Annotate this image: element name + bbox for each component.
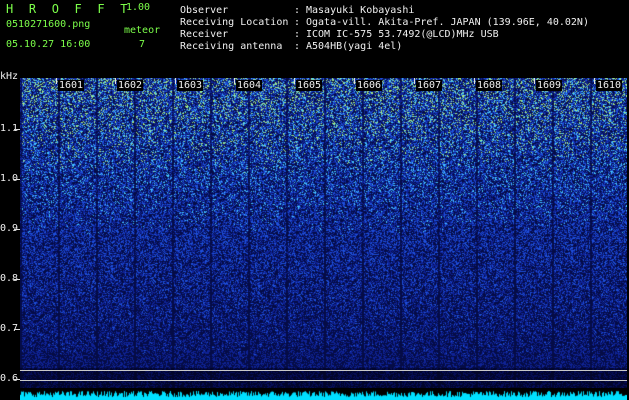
date-time: 05.10.27 16:00 <box>6 39 91 50</box>
reference-line-lower <box>20 380 627 381</box>
x-tick-mark <box>294 78 295 84</box>
x-tick-label: 1608 <box>476 80 503 91</box>
spectrogram-canvas <box>20 78 627 388</box>
y-tick-mark <box>14 179 20 180</box>
x-tick-label: 1605 <box>296 80 323 91</box>
file-name: 0510271600.png <box>6 19 91 30</box>
info-key: Receiving Location <box>180 17 289 28</box>
info-value: ICOM IC-575 53.7492(@LCD)MHz USB <box>306 29 499 40</box>
x-tick-label: 1603 <box>177 80 204 91</box>
x-tick-mark <box>175 78 176 84</box>
x-tick-mark <box>56 78 57 84</box>
x-tick-label: 1609 <box>536 80 563 91</box>
info-key: Receiver <box>180 29 229 40</box>
x-tick-mark <box>115 78 116 84</box>
meteor-label: meteor <box>124 25 161 36</box>
signal-strip <box>20 388 627 400</box>
info-separator: : <box>294 5 301 16</box>
info-key: Observer <box>180 5 229 16</box>
y-tick-mark <box>14 229 20 230</box>
x-tick-mark <box>594 78 595 84</box>
x-tick-mark <box>414 78 415 84</box>
x-tick-mark <box>474 78 475 84</box>
y-tick-mark <box>14 379 20 380</box>
app-title: H R O F F T <box>6 2 132 16</box>
x-tick-label: 1602 <box>117 80 144 91</box>
meteor-count: 7 <box>139 39 146 50</box>
reference-line-upper <box>20 370 627 371</box>
x-tick-label: 1610 <box>596 80 623 91</box>
app-version: 1.00 <box>126 2 151 13</box>
info-key: Receiving antenna <box>180 41 283 52</box>
info-value: Ogata-vill. Akita-Pref. JAPAN (139.96E, … <box>306 17 589 28</box>
info-value: Masayuki Kobayashi <box>306 5 415 16</box>
x-tick-mark <box>354 78 355 84</box>
y-tick-mark <box>14 329 20 330</box>
info-separator: : <box>294 29 301 40</box>
x-tick-mark <box>234 78 235 84</box>
y-tick-mark <box>14 279 20 280</box>
x-tick-label: 1604 <box>236 80 263 91</box>
info-value: A504HB(yagi 4el) <box>306 41 403 52</box>
x-tick-label: 1606 <box>356 80 383 91</box>
y-tick-mark <box>14 129 20 130</box>
info-separator: : <box>294 17 301 28</box>
x-tick-label: 1601 <box>58 80 85 91</box>
x-tick-label: 1607 <box>416 80 443 91</box>
info-separator: : <box>294 41 301 52</box>
y-axis-unit: kHz <box>0 71 19 82</box>
x-tick-mark <box>534 78 535 84</box>
